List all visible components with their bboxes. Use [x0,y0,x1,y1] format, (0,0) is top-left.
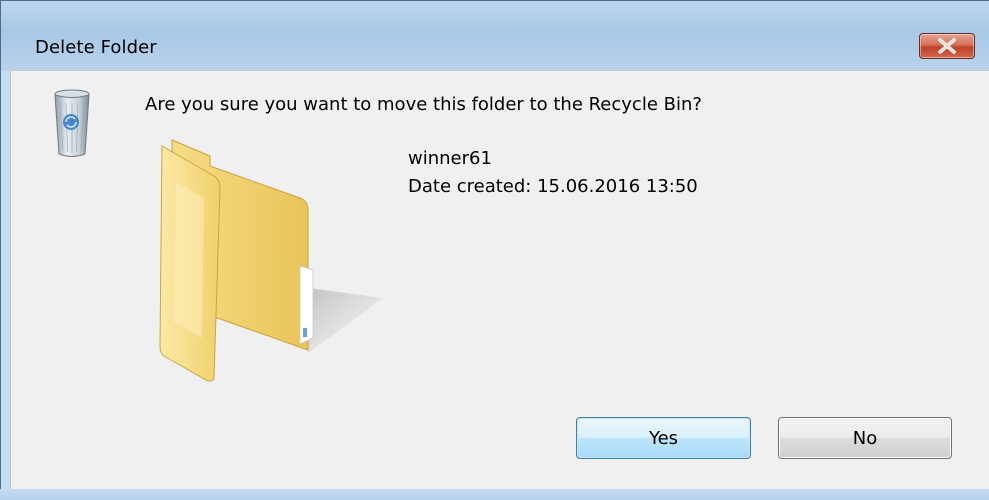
confirmation-question: Are you sure you want to move this folde… [145,94,702,115]
title-bar[interactable]: Delete Folder [1,1,989,71]
recycle-bin-icon [54,89,90,157]
no-button[interactable]: No [778,417,952,459]
window-bottom-border [0,489,989,500]
close-icon [938,38,956,54]
yes-button[interactable]: Yes [576,417,751,459]
folder-date-created: Date created: 15.06.2016 13:50 [408,176,698,197]
close-button[interactable] [919,33,975,59]
folder-name: winner61 [408,148,492,169]
folder-icon [159,139,383,382]
window-title: Delete Folder [35,37,157,58]
